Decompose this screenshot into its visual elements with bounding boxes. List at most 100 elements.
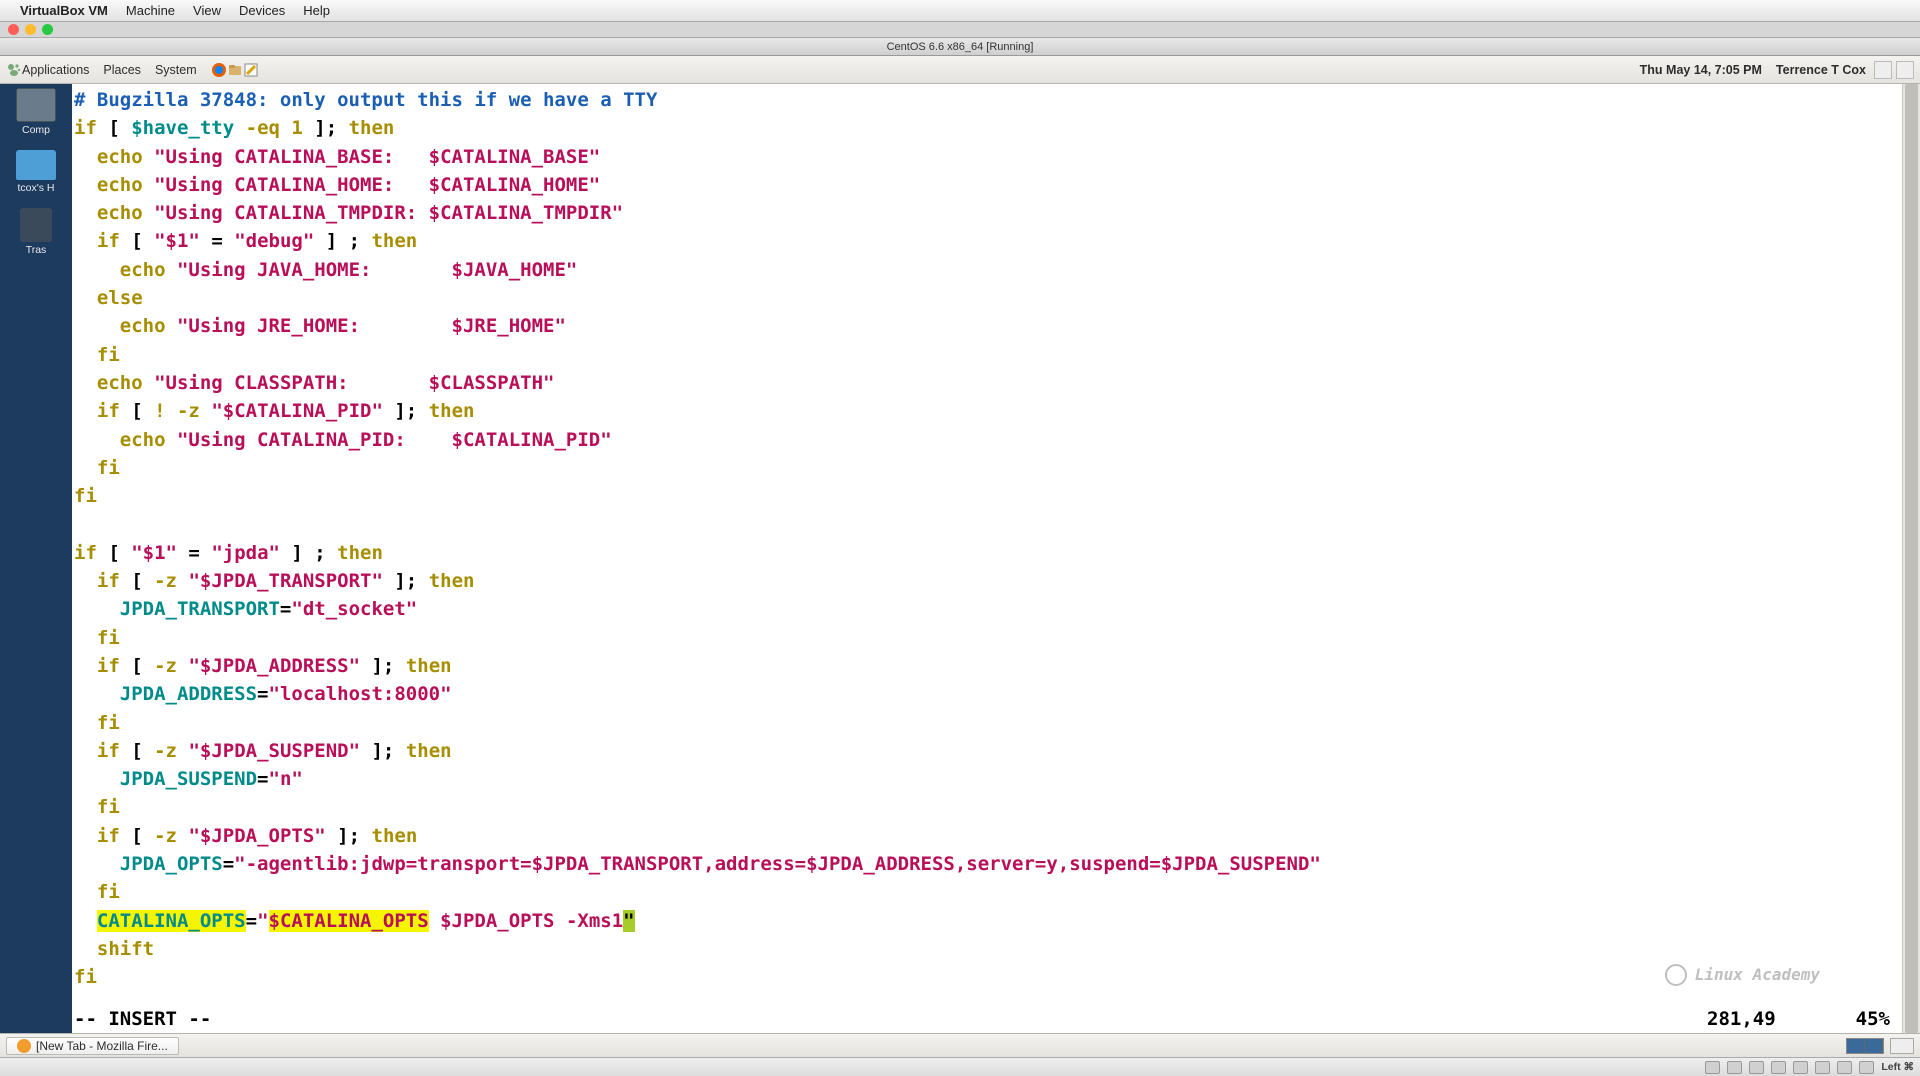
- code-comment: # Bugzilla 37848: only output this if we…: [74, 89, 657, 111]
- kw-fi: fi: [97, 712, 120, 734]
- kw-echo: echo: [97, 202, 143, 224]
- menu-places[interactable]: Places: [103, 63, 141, 77]
- virtualbox-statusbar: Left ⌘: [0, 1057, 1920, 1076]
- str-jpda-transport: "$JPDA_TRANSPORT": [188, 570, 382, 592]
- linux-academy-icon: [1665, 964, 1687, 986]
- kw-if: if: [97, 825, 120, 847]
- vim-buffer[interactable]: # Bugzilla 37848: only output this if we…: [74, 86, 1914, 992]
- kw-eq: -eq 1: [246, 117, 303, 139]
- panel-tray: [1874, 61, 1914, 79]
- str-catalina-opts-rest: $JPDA_OPTS -Xms1: [429, 910, 623, 932]
- kw-echo: echo: [120, 259, 166, 281]
- terminal-scrollbar[interactable]: [1902, 84, 1920, 1033]
- desktop: Comp tcox's H Tras # Bugzilla 37848: onl…: [0, 84, 1920, 1033]
- vb-network-icon[interactable]: [1749, 1061, 1764, 1074]
- var-jpda-address: JPDA_ADDRESS: [120, 683, 257, 705]
- panel-clock[interactable]: Thu May 14, 7:05 PM: [1640, 63, 1762, 77]
- var-jpda-transport: JPDA_TRANSPORT: [120, 598, 280, 620]
- str-debug: "debug": [234, 230, 314, 252]
- taskbar-firefox-label: [New Tab - Mozilla Fire...: [36, 1039, 168, 1053]
- menu-help[interactable]: Help: [303, 3, 330, 18]
- app-menu[interactable]: VirtualBox VM: [20, 3, 108, 18]
- panel-user[interactable]: Terrence T Cox: [1776, 63, 1866, 77]
- gedit-launcher-icon[interactable]: [243, 62, 259, 78]
- kw-fi: fi: [97, 796, 120, 818]
- vb-recording-icon[interactable]: [1837, 1061, 1852, 1074]
- kw-echo: echo: [120, 315, 166, 337]
- vb-usb-icon[interactable]: [1771, 1061, 1786, 1074]
- var-have-tty: $have_tty: [131, 117, 234, 139]
- computer-icon[interactable]: Comp: [16, 88, 56, 136]
- vim-mode: -- INSERT --: [74, 1005, 211, 1033]
- kw-if: if: [74, 542, 97, 564]
- vb-optical-icon[interactable]: [1727, 1061, 1742, 1074]
- window-zoom-icon[interactable]: [42, 24, 53, 35]
- str-catalina-opts-hl: $CATALINA_OPTS: [269, 910, 429, 932]
- menu-system[interactable]: System: [155, 63, 197, 77]
- kw-then: then: [429, 570, 475, 592]
- terminal-window[interactable]: # Bugzilla 37848: only output this if we…: [72, 84, 1920, 1033]
- menu-view[interactable]: View: [193, 3, 221, 18]
- volume-icon[interactable]: [1874, 61, 1892, 79]
- menu-applications[interactable]: Applications: [22, 63, 89, 77]
- str-catalina-home: "Using CATALINA_HOME: $CATALINA_HOME": [154, 174, 600, 196]
- eq: =: [223, 853, 234, 875]
- kw-z: -z: [154, 570, 177, 592]
- cursor-icon: ": [623, 910, 634, 932]
- str-n: "n": [269, 768, 303, 790]
- vb-display-icon[interactable]: [1815, 1061, 1830, 1074]
- kw-then: then: [406, 655, 452, 677]
- window-minimize-icon[interactable]: [25, 24, 36, 35]
- window-close-icon[interactable]: [8, 24, 19, 35]
- kw-if: if: [97, 570, 120, 592]
- str-arg1: "$1": [131, 542, 177, 564]
- str-classpath: "Using CLASSPATH: $CLASSPATH": [154, 372, 554, 394]
- kw-then: then: [371, 230, 417, 252]
- show-desktop-icon[interactable]: [1890, 1038, 1914, 1054]
- taskbar-firefox-button[interactable]: [New Tab - Mozilla Fire...: [6, 1037, 179, 1055]
- mac-menubar: VirtualBox VM Machine View Devices Help: [0, 0, 1920, 22]
- gnome-bottom-panel: [New Tab - Mozilla Fire...: [0, 1033, 1920, 1057]
- eq: =: [257, 768, 268, 790]
- str-catalina-base: "Using CATALINA_BASE: $CATALINA_BASE": [154, 146, 600, 168]
- kw-then: then: [406, 740, 452, 762]
- str-jpda-address: "$JPDA_ADDRESS": [188, 655, 360, 677]
- scrollbar-thumb[interactable]: [1905, 84, 1918, 1033]
- kw-if: if: [97, 400, 120, 422]
- trash-label: Tras: [26, 244, 47, 256]
- kw-if: if: [97, 230, 120, 252]
- menu-machine[interactable]: Machine: [126, 3, 175, 18]
- kw-fi: fi: [97, 344, 120, 366]
- kw-echo: echo: [97, 372, 143, 394]
- str-localhost: "localhost:8000": [269, 683, 452, 705]
- kw-if: if: [74, 117, 97, 139]
- eq: =: [280, 598, 291, 620]
- gnome-foot-icon: [6, 62, 22, 78]
- str-agentlib: "-agentlib:jdwp=transport=$JPDA_TRANSPOR…: [234, 853, 1321, 875]
- kw-fi: fi: [97, 881, 120, 903]
- kw-then: then: [429, 400, 475, 422]
- workspace-switcher[interactable]: [1846, 1038, 1884, 1054]
- vb-hdd-icon[interactable]: [1705, 1061, 1720, 1074]
- str-java-home: "Using JAVA_HOME: $JAVA_HOME": [177, 259, 577, 281]
- str-jpda-suspend: "$JPDA_SUSPEND": [188, 740, 360, 762]
- desktop-icons: Comp tcox's H Tras: [0, 84, 72, 1033]
- str-jpda: "jpda": [211, 542, 280, 564]
- nautilus-launcher-icon[interactable]: [227, 62, 243, 78]
- trash-icon[interactable]: Tras: [20, 208, 52, 256]
- kw-if: if: [97, 740, 120, 762]
- kw-fi: fi: [97, 457, 120, 479]
- kw-then: then: [349, 117, 395, 139]
- var-catalina-opts-hl: CATALINA_OPTS: [97, 910, 246, 932]
- watermark: Linux Academy: [1665, 961, 1820, 989]
- str-jpda-opts: "$JPDA_OPTS": [188, 825, 325, 847]
- kw-then: then: [372, 825, 418, 847]
- vim-statusline: -- INSERT -- 281,49 45%: [74, 1005, 1900, 1033]
- network-icon[interactable]: [1896, 61, 1914, 79]
- vb-shared-folders-icon[interactable]: [1793, 1061, 1808, 1074]
- firefox-launcher-icon[interactable]: [211, 62, 227, 78]
- home-folder-icon[interactable]: tcox's H: [16, 150, 56, 194]
- home-label: tcox's H: [17, 182, 54, 194]
- vb-mouse-integration-icon[interactable]: [1859, 1061, 1874, 1074]
- menu-devices[interactable]: Devices: [239, 3, 285, 18]
